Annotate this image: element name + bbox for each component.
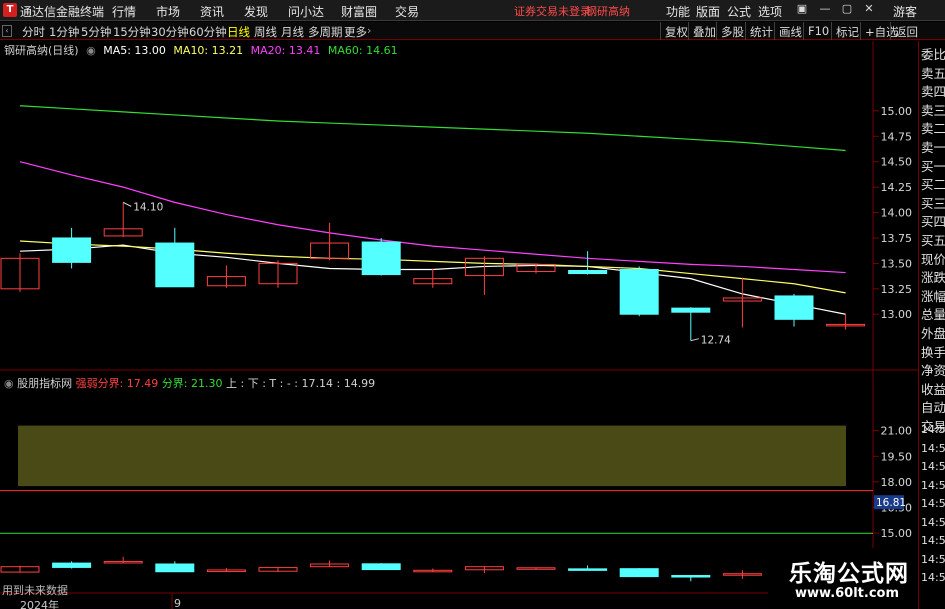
ind-y-tick-label: 18.00 [881,476,913,489]
side-time-0: 14:56 [921,423,945,436]
side-time-6: 14:56 [921,534,945,547]
side-label-16: 换手 [921,344,945,360]
side-time-7: 14:56 [921,552,945,566]
main-legend: 钢研高纳(日线) ◉ MA5: 13.00 MA10: 13.21 MA20: … [4,42,402,58]
boundary-label: 分界: 21.30 [161,377,223,390]
side-label-11: 现价 [921,251,945,267]
y-tick-label: 15.00 [881,105,913,118]
side-label-17: 净资 [921,363,945,379]
annotation-arrow [122,201,132,207]
year-label: 2024年 [20,599,59,609]
y-tick-label: 13.00 [881,308,913,321]
side-label-5: 卖一 [921,140,945,155]
annotation-arrow [690,338,699,342]
mini-candle-body [155,563,195,573]
side-label-10: 买五 [921,233,945,248]
side-label-12: 涨跌 [921,270,945,286]
side-time-2: 14:56 [921,460,945,473]
settings-circle-icon[interactable]: ◉ [4,377,14,390]
candle-body [568,270,608,275]
y-tick-label: 13.75 [881,232,913,245]
indicator-band [18,425,846,487]
y-tick-label: 14.75 [881,130,913,143]
annotation-label: 12.74 [701,335,731,347]
quote-side-panel: 委比卖五卖四卖三卖二卖一买一买二买三买四买五现价涨跌涨幅总量外盘换手净资收益自动… [918,41,945,609]
indicator-name: 股朋指标网 [17,377,73,390]
y-tick-label: 14.00 [881,207,913,220]
side-time-5: 14:56 [921,515,945,529]
side-label-14: 总量 [921,307,945,323]
stock-title: 钢研高纳(日线) [4,44,79,57]
ma20-label: MA20: 13.41 [250,44,321,57]
candle-body [52,237,92,263]
side-time-8: 14:56 [921,571,945,584]
side-time-4: 14:56 [921,497,945,510]
indicator-extra: 上 : 下 : T : - : 17.14 : 14.99 [226,377,376,390]
y-tick-label: 14.50 [881,156,913,169]
side-label-1: 卖五 [921,65,945,81]
mini-candle-body [52,562,92,568]
ma-line-ma60 [19,105,846,152]
side-label-13: 涨幅 [921,288,945,304]
annotation-label: 14.10 [133,201,163,213]
side-label-0: 委比 [921,47,945,62]
candle-body [671,307,711,313]
kline-chart[interactable]: 15.00 14.75 14.50 14.25 14.00 13.75 13.50 13.25… [0,0,945,609]
y-tick-label: 13.50 [881,257,913,270]
side-time-3: 14:56 [921,478,945,492]
ind-y-tick-label: 15.00 [881,527,913,540]
side-label-2: 卖四 [921,84,945,100]
candle-body [361,241,401,276]
ma60-label: MA60: 14.61 [327,44,398,57]
side-time-1: 14:56 [921,441,945,455]
side-label-9: 买四 [921,214,945,230]
settings-circle-icon[interactable]: ◉ [86,44,96,57]
y-tick-label: 14.25 [881,181,913,194]
side-label-18: 收益 [921,381,945,397]
side-label-3: 卖三 [921,102,945,118]
weak-boundary-label: 强弱分界: 17.49 [75,377,159,390]
month-label: 9 [174,597,181,609]
side-label-19: 自动 [921,400,945,416]
ma10-label: MA10: 13.21 [173,44,244,57]
side-label-4: 卖二 [921,121,945,137]
candle-body [155,242,195,288]
side-label-15: 外盘 [921,326,945,341]
mini-candle-body [568,568,608,571]
ma5-label: MA5: 13.00 [103,44,166,57]
ind-y-tick-label: 19.50 [881,450,913,463]
side-label-7: 买二 [921,177,945,193]
current-value-label: 16.81 [876,497,906,509]
mini-candle-body [671,575,711,578]
mini-candle-body [619,568,659,578]
watermark-text: 乐淘公式网 [789,561,909,587]
candle-body [619,268,659,315]
y-tick-label: 13.25 [881,283,913,296]
candle-body [774,295,814,320]
side-label-6: 买一 [921,158,945,174]
indicator-legend: ◉ 股朋指标网 强弱分界: 17.49 分界: 21.30 上 : 下 : T … [4,375,375,391]
future-data-note: 用到未来数据 [2,584,68,597]
ma-line-ma20 [19,161,846,274]
side-label-8: 买三 [921,195,945,211]
ind-y-tick-label: 21.00 [881,425,913,438]
watermark-url: www.60lt.com [795,586,900,601]
mini-candle-body [361,563,401,571]
